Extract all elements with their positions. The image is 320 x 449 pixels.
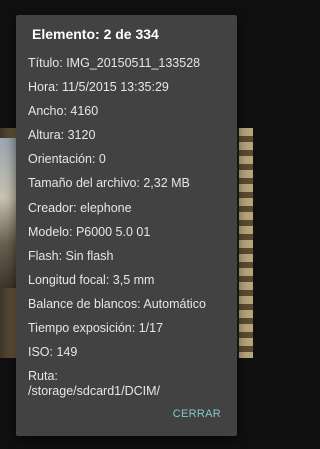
detail-path-value: /storage/sdcard1/DCIM/ xyxy=(28,384,160,399)
detail-file-size: Tamaño del archivo: 2,32 MB xyxy=(28,176,190,191)
detail-width: Ancho: 4160 xyxy=(28,104,99,119)
close-button[interactable]: CERRAR xyxy=(173,408,221,420)
detail-height: Altura: 3120 xyxy=(28,128,96,143)
photo-window-left xyxy=(0,138,16,288)
detail-focal-length: Longitud focal: 3,5 mm xyxy=(28,272,155,287)
detail-exposure-time: Tiempo exposición: 1/17 xyxy=(28,321,164,336)
detail-iso: ISO: 149 xyxy=(28,345,78,360)
details-list: Título: IMG_20150511_133528 Hora: 11/5/2… xyxy=(28,56,233,408)
detail-time: Hora: 11/5/2015 13:35:29 xyxy=(28,80,169,95)
detail-creator: Creador: elephone xyxy=(28,200,132,215)
detail-path: Ruta: /storage/sdcard1/DCIM/ xyxy=(28,369,233,399)
details-dialog: Elemento: 2 de 334 Título: IMG_20150511_… xyxy=(16,15,237,436)
detail-model: Modelo: P6000 5.0 01 xyxy=(28,224,151,239)
dialog-title: Elemento: 2 de 334 xyxy=(32,26,159,42)
detail-flash: Flash: Sin flash xyxy=(28,248,114,263)
photo-window-right xyxy=(239,128,253,358)
detail-path-label: Ruta: xyxy=(28,369,58,384)
detail-title: Título: IMG_20150511_133528 xyxy=(28,56,201,70)
detail-orientation: Orientación: 0 xyxy=(28,152,106,167)
detail-white-balance: Balance de blancos: Automático xyxy=(28,296,206,311)
